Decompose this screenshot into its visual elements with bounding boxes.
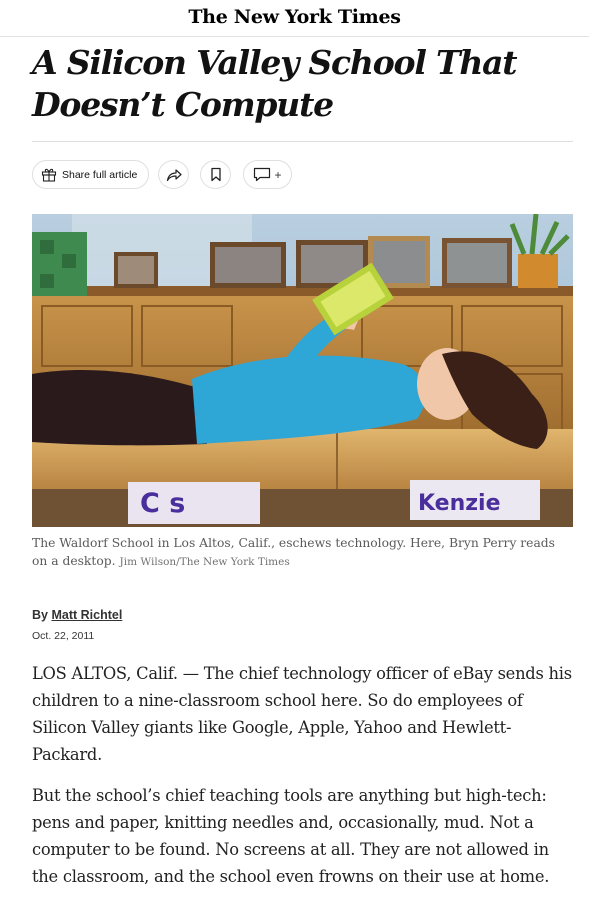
bookmark-icon <box>210 167 222 182</box>
comments-button[interactable]: + <box>243 160 292 189</box>
share-arrow-icon <box>166 168 182 182</box>
nyt-logo[interactable]: The New York Times <box>188 6 401 28</box>
gift-icon <box>41 167 57 182</box>
article-toolbar: Share full article + <box>32 160 573 191</box>
share-full-article-label: Share full article <box>62 168 138 181</box>
save-button[interactable] <box>200 160 231 189</box>
share-button[interactable] <box>158 160 189 189</box>
photo-caption: The Waldorf School in Los Altos, Calif.,… <box>32 534 562 571</box>
article-paragraph: LOS ALTOS, Calif. — The chief technology… <box>32 664 572 764</box>
masthead: The New York Times <box>0 0 589 37</box>
article-paragraph: But the school’s chief teaching tools ar… <box>32 786 550 886</box>
article-headline: A Silicon Valley School That Doesn’t Com… <box>32 43 518 124</box>
desk-tag-right: Kenzie <box>418 491 501 516</box>
photo-credit: Jim Wilson/The New York Times <box>119 556 290 568</box>
share-full-article-button[interactable]: Share full article <box>32 160 149 189</box>
headline-divider <box>32 141 573 142</box>
byline-prefix: By <box>32 608 48 622</box>
author-link[interactable]: Matt Richtel <box>51 608 122 622</box>
byline: By Matt Richtel <box>32 608 122 622</box>
caption-text: The Waldorf School in Los Altos, Calif.,… <box>32 536 555 568</box>
comment-icon <box>253 167 271 182</box>
desk-tag-left: C s <box>140 488 185 519</box>
article-photo: C s Kenzie <box>32 214 573 527</box>
publish-date: Oct. 22, 2011 <box>32 630 95 642</box>
comments-plus: + <box>274 167 282 182</box>
